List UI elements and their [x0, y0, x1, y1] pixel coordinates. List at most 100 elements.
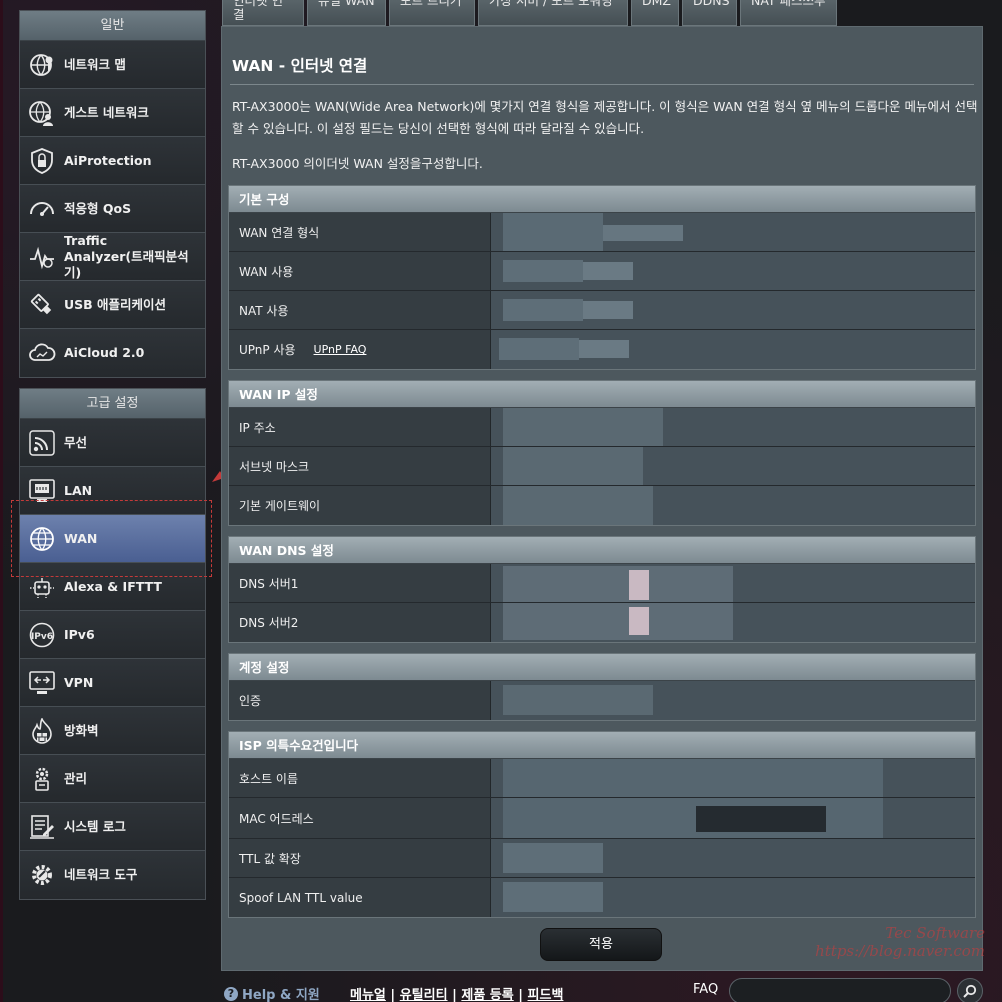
sidebar-item-label: 시스템 로그 — [64, 818, 126, 834]
enable-wan-radio[interactable] — [491, 252, 975, 290]
sidebar-item-firewall[interactable]: 방화벽 — [20, 707, 205, 755]
sidebar-item-label: 관리 — [64, 770, 88, 786]
footer: ? Help & 지원 메뉴얼 | 유틸리티 | 제품 등록 | 피드백 FAQ — [0, 978, 1002, 1002]
default-gateway-field[interactable] — [491, 486, 975, 525]
help-support-link[interactable]: ? Help & 지원 — [224, 984, 320, 1002]
row-host-name: 호스트 이름 — [229, 759, 975, 798]
field-label: Spoof LAN TTL value — [229, 878, 491, 917]
wireless-icon — [28, 429, 56, 457]
wan-connection-type-select[interactable] — [491, 213, 975, 251]
row-mac-address: MAC 어드레스 — [229, 798, 975, 839]
sidebar-item-adaptive-qos[interactable]: 적응형 QoS — [20, 185, 205, 233]
row-dns-server1: DNS 서버1 — [229, 564, 975, 603]
sidebar-item-label: Alexa & IFTTT — [64, 578, 162, 594]
field-label: MAC 어드레스 — [229, 798, 491, 838]
field-label: WAN 사용 — [229, 252, 491, 290]
tab-internet-connection[interactable]: 인터넷 연결 — [222, 0, 304, 26]
sidebar-item-vpn[interactable]: VPN — [20, 659, 205, 707]
enable-upnp-radio[interactable] — [491, 330, 975, 369]
aicloud-icon — [28, 339, 56, 367]
field-label: TTL 값 확장 — [229, 839, 491, 877]
vpn-icon — [28, 669, 56, 697]
utility-link[interactable]: 유틸리티 — [400, 988, 448, 1002]
sidebar-item-label: AiProtection — [64, 152, 152, 168]
network-map-icon — [28, 51, 56, 79]
field-label: 서브넷 마스크 — [229, 447, 491, 485]
advanced-menu: 고급 설정 무선 LAN WAN Alexa & IFTTT IPv6 IPv6 — [19, 388, 206, 900]
help-icon: ? — [224, 986, 238, 1001]
sidebar-item-network-map[interactable]: 네트워크 맵 — [20, 41, 205, 89]
section-isp-requirements: ISP 의특수요건입니다 호스트 이름 MAC 어드레스 TTL 값 확장 Sp… — [228, 731, 976, 918]
host-name-field[interactable] — [491, 759, 975, 797]
row-subnet-mask: 서브넷 마스크 — [229, 447, 975, 486]
svg-text:IPv6: IPv6 — [31, 632, 53, 642]
product-registration-link[interactable]: 제품 등록 — [461, 988, 513, 1002]
row-wan-connection-type: WAN 연결 형식 — [229, 213, 975, 252]
apply-button[interactable]: 적용 — [540, 928, 662, 961]
sidebar-item-wireless[interactable]: 무선 — [20, 419, 205, 467]
section-account: 계정 설정 인증 — [228, 653, 976, 721]
sidebar-item-aiprotection[interactable]: AiProtection — [20, 137, 205, 185]
content-panel: WAN - 인터넷 연결 RT-AX3000는 WAN(Wide Area Ne… — [221, 26, 983, 971]
sidebar-item-label: VPN — [64, 674, 94, 690]
upnp-faq-link[interactable]: UPnP FAQ — [314, 343, 367, 356]
guest-network-icon — [28, 99, 56, 127]
sidebar-item-label: USB 애플리케이션 — [64, 296, 167, 312]
sidebar-item-label: 게스트 네트워크 — [64, 104, 149, 120]
tab-port-trigger[interactable]: 포트 트리거 — [389, 0, 475, 26]
ttl-extend-radio[interactable] — [491, 839, 975, 877]
spoof-lan-ttl-radio[interactable] — [491, 878, 975, 917]
section-wan-dns: WAN DNS 설정 DNS 서버1 DNS 서버2 — [228, 536, 976, 643]
sidebar-item-network-tools[interactable]: 네트워크 도구 — [20, 851, 205, 899]
authentication-select[interactable] — [491, 681, 975, 720]
feedback-link[interactable]: 피드백 — [528, 988, 564, 1002]
general-menu-header: 일반 — [20, 11, 205, 41]
network-tools-icon — [28, 861, 56, 889]
section-header: WAN DNS 설정 — [229, 537, 975, 564]
field-label: DNS 서버1 — [229, 564, 491, 602]
dns-server2-field[interactable] — [491, 603, 975, 642]
sidebar-item-guest-network[interactable]: 게스트 네트워크 — [20, 89, 205, 137]
sidebar-item-label: IPv6 — [64, 626, 95, 642]
page-description: RT-AX3000는 WAN(Wide Area Network)에 몇가지 연… — [232, 99, 978, 136]
tab-dual-wan[interactable]: 듀얼 WAN — [307, 0, 386, 26]
faq-search-button[interactable] — [957, 978, 983, 1002]
ip-address-field[interactable] — [491, 408, 975, 446]
sidebar-item-usb-application[interactable]: USB 애플리케이션 — [20, 281, 205, 329]
row-default-gateway: 기본 게이트웨이 — [229, 486, 975, 525]
subnet-mask-field[interactable] — [491, 447, 975, 485]
sidebar-item-aicloud[interactable]: AiCloud 2.0 — [20, 329, 205, 377]
usb-icon — [28, 291, 56, 319]
sidebar-item-ipv6[interactable]: IPv6 IPv6 — [20, 611, 205, 659]
row-enable-nat: NAT 사용 — [229, 291, 975, 330]
system-log-icon — [28, 813, 56, 841]
section-basic-config: 기본 구성 WAN 연결 형식 WAN 사용 NAT 사용 UPnP 사용 UP… — [228, 185, 976, 370]
search-icon — [963, 984, 977, 998]
ipv6-icon: IPv6 — [28, 621, 56, 649]
page-title: WAN - 인터넷 연결 — [232, 57, 368, 75]
section-header: ISP 의특수요건입니다 — [229, 732, 975, 759]
row-ttl-extend: TTL 값 확장 — [229, 839, 975, 878]
mac-address-field[interactable] — [491, 798, 975, 838]
row-authentication: 인증 — [229, 681, 975, 720]
tab-dmz[interactable]: DMZ — [631, 0, 679, 26]
firewall-icon — [28, 717, 56, 745]
tab-ddns[interactable]: DDNS — [682, 0, 737, 26]
manual-link[interactable]: 메뉴얼 — [350, 988, 386, 1002]
tab-nat-passthrough[interactable]: NAT 패스쓰루 — [740, 0, 837, 26]
field-label: 인증 — [229, 681, 491, 720]
sidebar-item-label-line2: Analyzer(트래픽분석기) — [64, 248, 189, 280]
faq-search-input[interactable] — [729, 978, 951, 1002]
page-subdescription: RT-AX3000 의이더넷 WAN 설정을구성합니다. — [232, 156, 483, 171]
sidebar-item-administration[interactable]: 관리 — [20, 755, 205, 803]
sidebar-item-system-log[interactable]: 시스템 로그 — [20, 803, 205, 851]
general-menu: 일반 네트워크 맵 게스트 네트워크 AiProtection 적응형 QoS … — [19, 10, 206, 378]
sidebar-item-traffic-analyzer[interactable]: Traffic Analyzer(트래픽분석기) — [20, 233, 205, 281]
row-ip-address: IP 주소 — [229, 408, 975, 447]
enable-nat-radio[interactable] — [491, 291, 975, 329]
footer-links: 메뉴얼 | 유틸리티 | 제품 등록 | 피드백 — [350, 988, 564, 1002]
dns-server1-field[interactable] — [491, 564, 975, 602]
tab-virtual-server[interactable]: 가상 서버 / 포트 포워딩 — [478, 0, 628, 26]
field-label: 호스트 이름 — [229, 759, 491, 797]
advanced-menu-header: 고급 설정 — [20, 389, 205, 419]
